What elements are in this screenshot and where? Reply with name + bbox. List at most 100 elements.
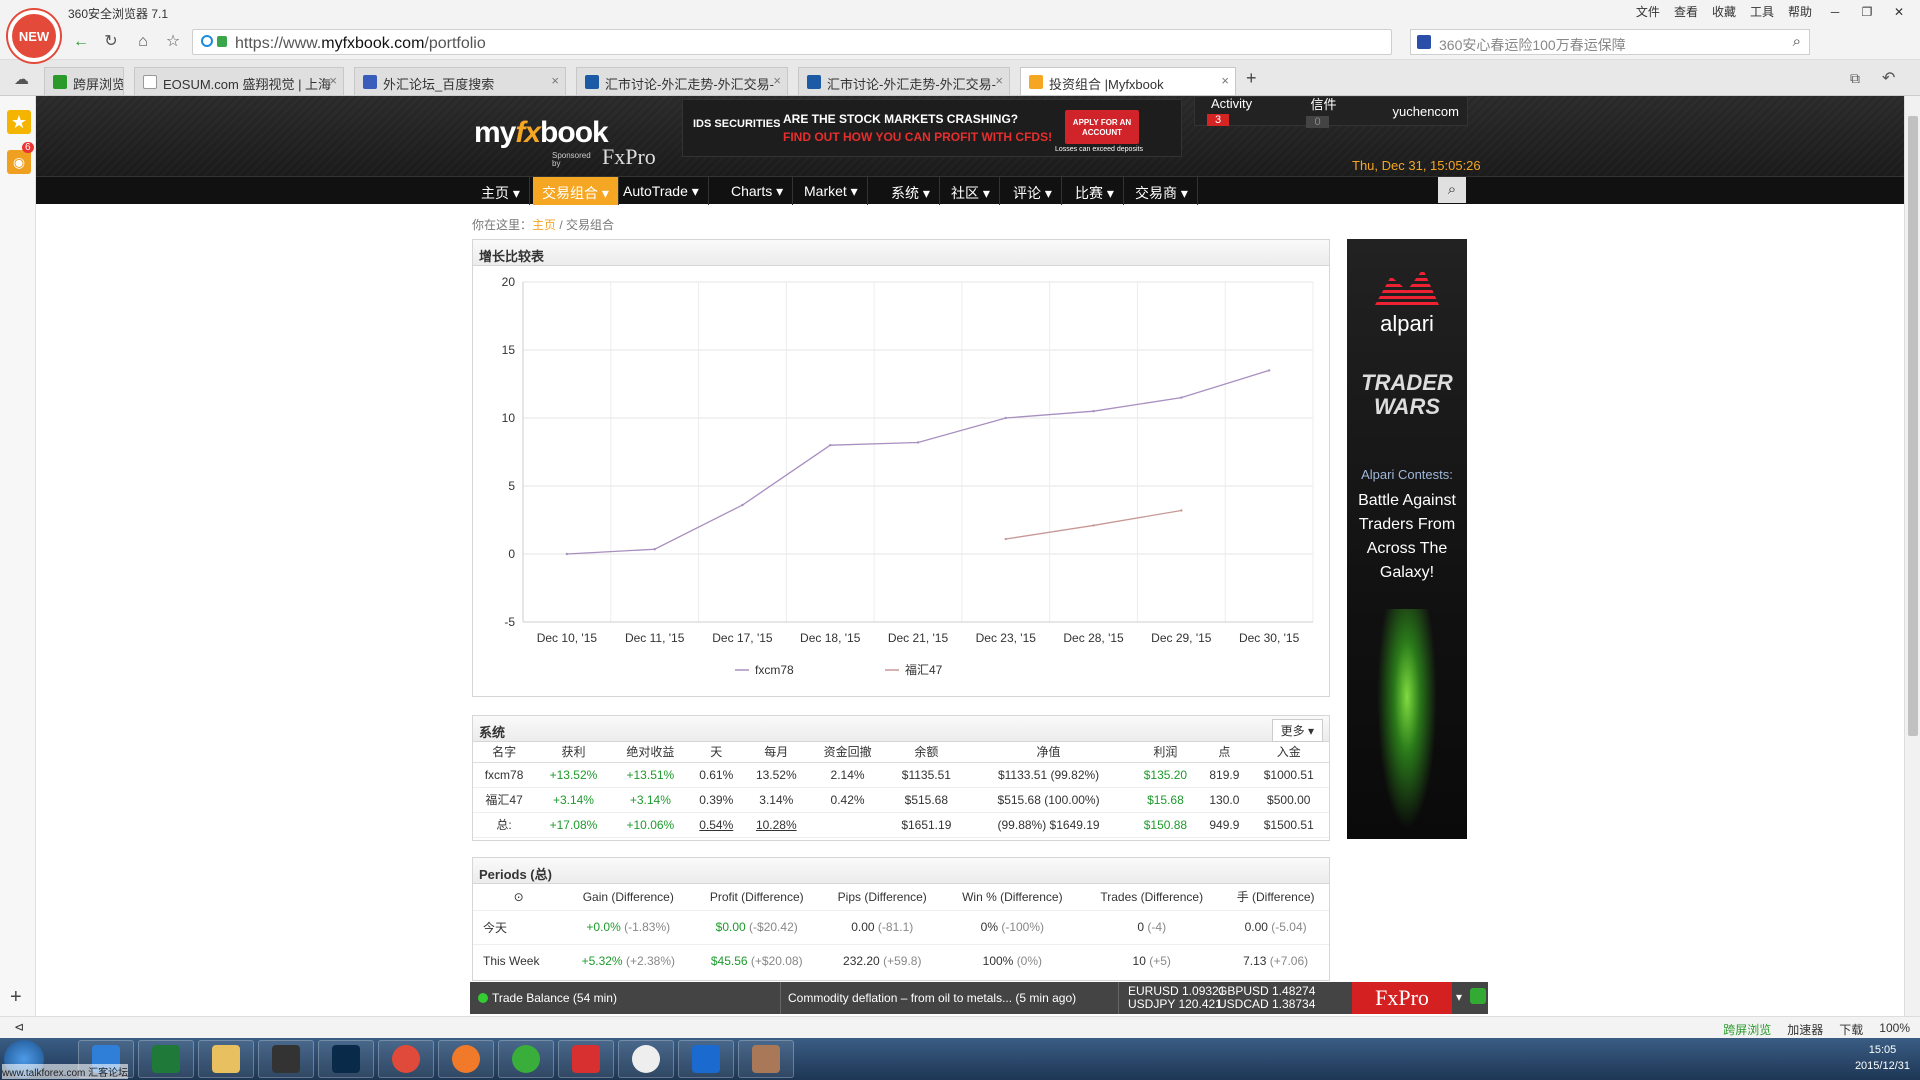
tab-cross-screen[interactable]: 跨屏浏览 bbox=[44, 67, 124, 95]
nav-brokers[interactable]: 交易商 ▾ bbox=[1126, 177, 1198, 205]
more-button[interactable]: 更多 ▾ bbox=[1271, 719, 1323, 742]
tab-myfxbook[interactable]: 投资组合 |Myfxbook × bbox=[1020, 67, 1236, 95]
systems-col-header[interactable]: 绝对收益 bbox=[611, 742, 689, 763]
new-tab-button[interactable]: + bbox=[1246, 68, 1257, 89]
weibo-icon[interactable]: ◉ bbox=[7, 150, 31, 174]
forum-icon bbox=[807, 75, 821, 89]
ad-banner[interactable]: IDS SECURITIES ARE THE STOCK MARKETS CRA… bbox=[682, 99, 1182, 157]
wechat-app[interactable] bbox=[618, 1040, 674, 1078]
favorites-icon[interactable]: ★ bbox=[7, 110, 31, 134]
system-clock[interactable]: 15:05 2015/12/31 bbox=[1855, 1042, 1910, 1074]
systems-col-header[interactable]: 名字 bbox=[473, 742, 536, 763]
scroll-thumb[interactable] bbox=[1908, 116, 1918, 736]
systems-row[interactable]: fxcm78 +13.52% +13.51% 0.61% 13.52% 2.14% $113… bbox=[473, 762, 1329, 788]
cloud-icon[interactable]: ☁ bbox=[14, 70, 29, 88]
systems-col-header[interactable]: 利润 bbox=[1130, 742, 1201, 763]
app-orange[interactable] bbox=[438, 1040, 494, 1078]
star-icon[interactable]: ☆ bbox=[162, 31, 184, 53]
nav-charts[interactable]: Charts ▾ bbox=[722, 177, 794, 205]
tab-eosum[interactable]: EOSUM.com 盛翔视觉 | 上海 × bbox=[134, 67, 344, 95]
tab-close-icon[interactable]: × bbox=[773, 73, 781, 88]
systems-cell[interactable]: fxcm78 bbox=[473, 762, 536, 788]
activity-link[interactable]: Activity 3 bbox=[1195, 96, 1284, 126]
chrome-app[interactable] bbox=[378, 1040, 434, 1078]
undo-icon[interactable]: ↶ bbox=[1882, 68, 1895, 88]
menu-tools[interactable]: 工具 bbox=[1750, 3, 1774, 20]
tab-label: 汇市讨论-外汇走势-外汇交易- bbox=[605, 77, 774, 92]
legend-label[interactable]: fxcm78 bbox=[755, 663, 794, 677]
excel-app[interactable] bbox=[138, 1040, 194, 1078]
photoshop-app[interactable] bbox=[318, 1040, 374, 1078]
url-input[interactable]: https://www.myfxbook.com/portfolio bbox=[192, 29, 1392, 55]
nav-autotrade[interactable]: AutoTrade ▾ bbox=[614, 177, 709, 205]
systems-col-header[interactable]: 获利 bbox=[535, 742, 612, 763]
nav-home[interactable]: 主页 ▾ bbox=[472, 177, 530, 205]
restore-icon[interactable]: ⧉ bbox=[1850, 70, 1860, 87]
systems-col-header[interactable]: 入金 bbox=[1248, 742, 1329, 763]
username-link[interactable]: yuchencom bbox=[1385, 104, 1467, 119]
status-cross-screen[interactable]: 跨屏浏览 bbox=[1723, 1021, 1771, 1038]
url-path: /portfolio bbox=[424, 35, 486, 52]
myfxbook-logo[interactable]: myfxbook bbox=[474, 116, 609, 150]
nav-portfolio[interactable]: 交易组合 ▾ bbox=[533, 177, 619, 205]
search-icon[interactable]: ⌕ bbox=[1793, 33, 1801, 50]
refresh-icon[interactable]: ↻ bbox=[100, 31, 122, 53]
minimize-icon[interactable]: ─ bbox=[1826, 5, 1844, 19]
nav-community[interactable]: 社区 ▾ bbox=[942, 177, 1000, 205]
tab-baidu[interactable]: 外汇论坛_百度搜索 × bbox=[354, 67, 566, 95]
sidebar-toggle-icon[interactable]: ⊲ bbox=[14, 1020, 24, 1034]
search-input[interactable]: 360安心春运险100万春运保障 ⌕ bbox=[1410, 29, 1810, 55]
systems-col-header[interactable]: 资金回撤 bbox=[809, 742, 887, 763]
maximize-icon[interactable]: ❐ bbox=[1858, 5, 1876, 19]
app-red[interactable] bbox=[558, 1040, 614, 1078]
apply-button[interactable]: APPLY FOR AN ACCOUNT bbox=[1065, 110, 1139, 144]
page-scrollbar[interactable] bbox=[1904, 96, 1920, 1016]
mail-link[interactable]: 信件 0 bbox=[1294, 94, 1370, 128]
nav-contests[interactable]: 比赛 ▾ bbox=[1066, 177, 1124, 205]
systems-cell[interactable]: 福汇47 bbox=[473, 787, 536, 813]
add-icon[interactable]: + bbox=[10, 986, 22, 1009]
tab-forum-2[interactable]: 汇市讨论-外汇走势-外汇交易- × bbox=[798, 67, 1010, 95]
tab-close-icon[interactable]: × bbox=[329, 73, 337, 88]
systems-col-header[interactable]: 每月 bbox=[743, 742, 809, 763]
breadcrumb-home[interactable]: 主页 bbox=[532, 218, 556, 232]
systems-col-header[interactable]: 净值 bbox=[966, 742, 1131, 763]
legend-label[interactable]: 福汇47 bbox=[905, 662, 943, 677]
systems-col-header[interactable]: 余额 bbox=[886, 742, 967, 763]
tab-close-icon[interactable]: × bbox=[995, 73, 1003, 88]
nav-market[interactable]: Market ▾ bbox=[795, 177, 868, 205]
close-icon[interactable]: ✕ bbox=[1890, 5, 1908, 19]
tab-close-icon[interactable]: × bbox=[1221, 73, 1229, 88]
status-download[interactable]: 下载 bbox=[1839, 1021, 1863, 1038]
menu-favorites[interactable]: 收藏 bbox=[1712, 3, 1736, 20]
photo-app[interactable] bbox=[738, 1040, 794, 1078]
systems-row[interactable]: 福汇47 +3.14% +3.14% 0.39% 3.14% 0.42% $515.68 $5… bbox=[473, 787, 1329, 813]
fxpro-ticker-logo[interactable]: FxPro bbox=[1352, 982, 1452, 1014]
ticker-dropdown-icon[interactable]: ▾ bbox=[1456, 990, 1462, 1004]
menu-file[interactable]: 文件 bbox=[1636, 3, 1660, 20]
ticker-news[interactable]: Commodity deflation – from oil to metals… bbox=[788, 991, 1076, 1005]
explorer-app[interactable] bbox=[198, 1040, 254, 1078]
camera-app[interactable] bbox=[258, 1040, 314, 1078]
browser-logo[interactable]: NEW bbox=[8, 10, 60, 62]
browser-360-app[interactable] bbox=[498, 1040, 554, 1078]
tab-close-icon[interactable]: × bbox=[551, 73, 559, 88]
alpari-ad[interactable]: alpari TRADER WARS Alpari Contests: Batt… bbox=[1347, 239, 1467, 839]
chat-icon[interactable] bbox=[1470, 988, 1486, 1004]
nav-search-icon[interactable]: ⌕ bbox=[1438, 177, 1466, 203]
app-z[interactable] bbox=[678, 1040, 734, 1078]
menu-help[interactable]: 帮助 bbox=[1788, 3, 1812, 20]
ticker-event[interactable]: Trade Balance (54 min) bbox=[492, 991, 617, 1005]
nav-systems[interactable]: 系统 ▾ bbox=[882, 177, 940, 205]
tab-forum-1[interactable]: 汇市讨论-外汇走势-外汇交易- × bbox=[576, 67, 788, 95]
home-icon[interactable]: ⌂ bbox=[132, 31, 154, 53]
periods-help-icon[interactable]: ⊙ bbox=[473, 884, 564, 910]
nav-reviews[interactable]: 评论 ▾ bbox=[1004, 177, 1062, 205]
fxpro-logo[interactable]: FxPro bbox=[602, 144, 656, 170]
status-accelerator[interactable]: 加速器 bbox=[1787, 1021, 1823, 1038]
menu-view[interactable]: 查看 bbox=[1674, 3, 1698, 20]
back-icon[interactable]: ← bbox=[70, 31, 92, 53]
status-zoom[interactable]: 100% bbox=[1879, 1021, 1910, 1038]
systems-col-header[interactable]: 点 bbox=[1200, 742, 1249, 763]
systems-col-header[interactable]: 天 bbox=[688, 742, 744, 763]
